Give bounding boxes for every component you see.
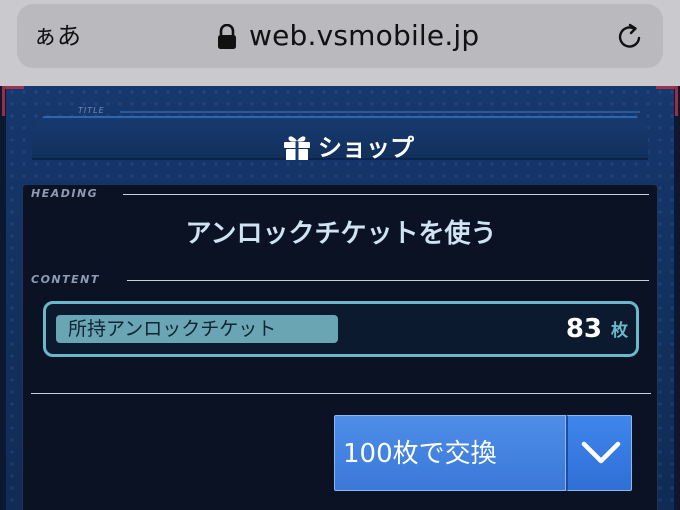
ticket-unit: 枚 <box>611 321 628 341</box>
url-field[interactable]: ぁあ web.vsmobile.jp <box>17 4 663 68</box>
exchange-selected-label: 100枚で交換 <box>343 439 497 469</box>
content-line <box>127 280 649 281</box>
ticket-label: 所持アンロックチケット <box>68 318 277 340</box>
reload-icon[interactable] <box>615 22 645 52</box>
text-size-button[interactable]: ぁあ <box>33 20 81 52</box>
title-bar: TITLE ショップ <box>20 102 660 162</box>
exchange-dropdown-button[interactable] <box>566 415 632 491</box>
exchange-select-value[interactable]: 100枚で交換 <box>334 415 566 491</box>
content-tag: CONTENT <box>31 273 100 286</box>
page-title: ショップ <box>318 134 414 162</box>
ticket-count: 83 <box>565 314 602 344</box>
owned-ticket-box: 所持アンロックチケット 83 枚 <box>43 301 639 357</box>
unlock-ticket-panel: HEADING アンロックチケットを使う CONTENT 所持アンロックチケット… <box>22 184 658 510</box>
heading-tag: HEADING <box>31 187 99 200</box>
gift-icon <box>282 134 312 162</box>
browser-address-bar: ぁあ web.vsmobile.jp <box>0 0 680 86</box>
title-tag: TITLE <box>78 106 105 115</box>
panel-divider <box>31 393 651 394</box>
url-text[interactable]: web.vsmobile.jp <box>249 18 479 54</box>
title-decor-line <box>120 111 640 113</box>
lock-icon <box>218 24 236 49</box>
exchange-amount-select[interactable]: 100枚で交換 <box>334 415 632 491</box>
title-plate: ショップ <box>32 116 648 160</box>
panel-heading: アンロックチケットを使う <box>185 219 497 249</box>
heading-line <box>123 194 649 195</box>
chevron-down-icon <box>581 441 621 464</box>
